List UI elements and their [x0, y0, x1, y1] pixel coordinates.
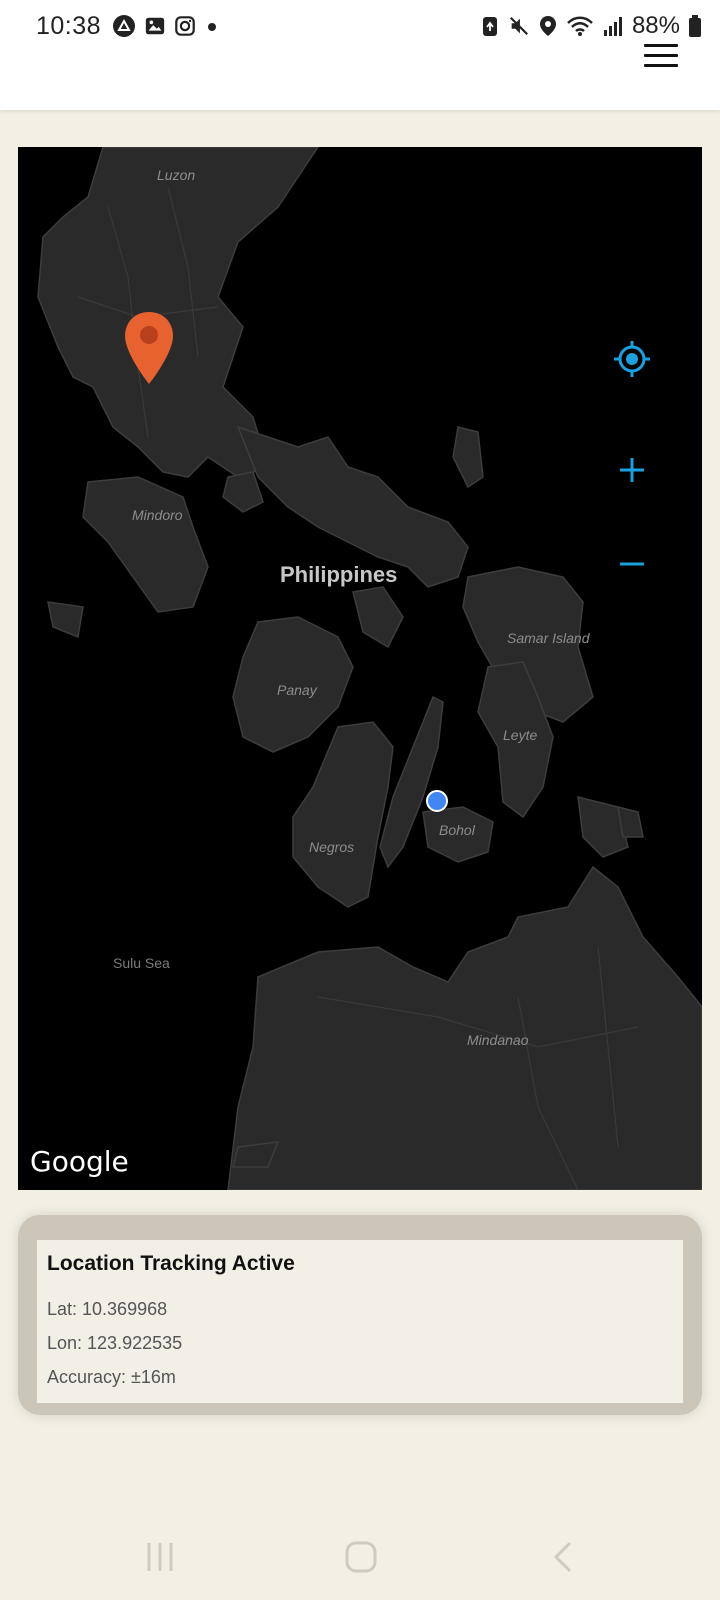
- label-mindanao: Mindanao: [467, 1032, 529, 1048]
- tracking-card: Location Tracking Active Lat: 10.369968 …: [37, 1240, 683, 1403]
- instagram-icon: [175, 16, 195, 36]
- signal-icon: [603, 17, 622, 36]
- gallery-icon: [145, 17, 165, 35]
- back-icon[interactable]: [550, 1540, 576, 1574]
- map-view[interactable]: Luzon Mindoro Philippines Samar Island P…: [18, 147, 702, 1190]
- label-bohol: Bohol: [439, 822, 475, 838]
- hamburger-menu-icon[interactable]: [644, 44, 678, 70]
- mute-icon: [509, 16, 528, 36]
- zoom-out-icon[interactable]: [615, 547, 649, 581]
- latitude-text: Lat: 10.369968: [47, 1299, 168, 1319]
- label-leyte: Leyte: [503, 727, 538, 743]
- label-samar: Samar Island: [507, 630, 590, 646]
- user-location-dot: [426, 790, 448, 812]
- label-sulu-sea: Sulu Sea: [113, 955, 170, 971]
- map-land-layer: [37, 147, 702, 1190]
- label-luzon: Luzon: [157, 167, 196, 183]
- zoom-in-icon[interactable]: [615, 453, 649, 487]
- battery-percent: 88%: [631, 12, 680, 39]
- label-mindoro: Mindoro: [132, 507, 183, 523]
- tracking-title: Location Tracking Active: [47, 1252, 295, 1275]
- status-bar: 10:38 88%: [0, 0, 720, 52]
- longitude-text: Lon: 123.922535: [47, 1333, 183, 1353]
- location-icon: [539, 16, 556, 36]
- system-nav-bar: [0, 1520, 720, 1600]
- recycle-icon: [482, 17, 497, 36]
- app-a-icon: [113, 15, 135, 37]
- accuracy-text: Accuracy: ±16m: [47, 1367, 176, 1387]
- tracking-card-frame: Location Tracking Active Lat: 10.369968 …: [18, 1215, 702, 1415]
- app-bar: [0, 44, 720, 110]
- label-negros: Negros: [309, 839, 355, 855]
- my-location-icon[interactable]: [612, 339, 652, 379]
- map-pin-marker[interactable]: [123, 310, 175, 386]
- home-icon[interactable]: [344, 1540, 378, 1574]
- label-philippines: Philippines: [280, 562, 398, 587]
- google-attribution: Google: [30, 1145, 129, 1178]
- dot-icon: [208, 23, 216, 31]
- battery-icon: [689, 15, 701, 37]
- label-panay: Panay: [277, 682, 317, 698]
- status-time: 10:38: [36, 12, 102, 40]
- recents-icon[interactable]: [143, 1540, 177, 1574]
- wifi-icon: [567, 16, 593, 36]
